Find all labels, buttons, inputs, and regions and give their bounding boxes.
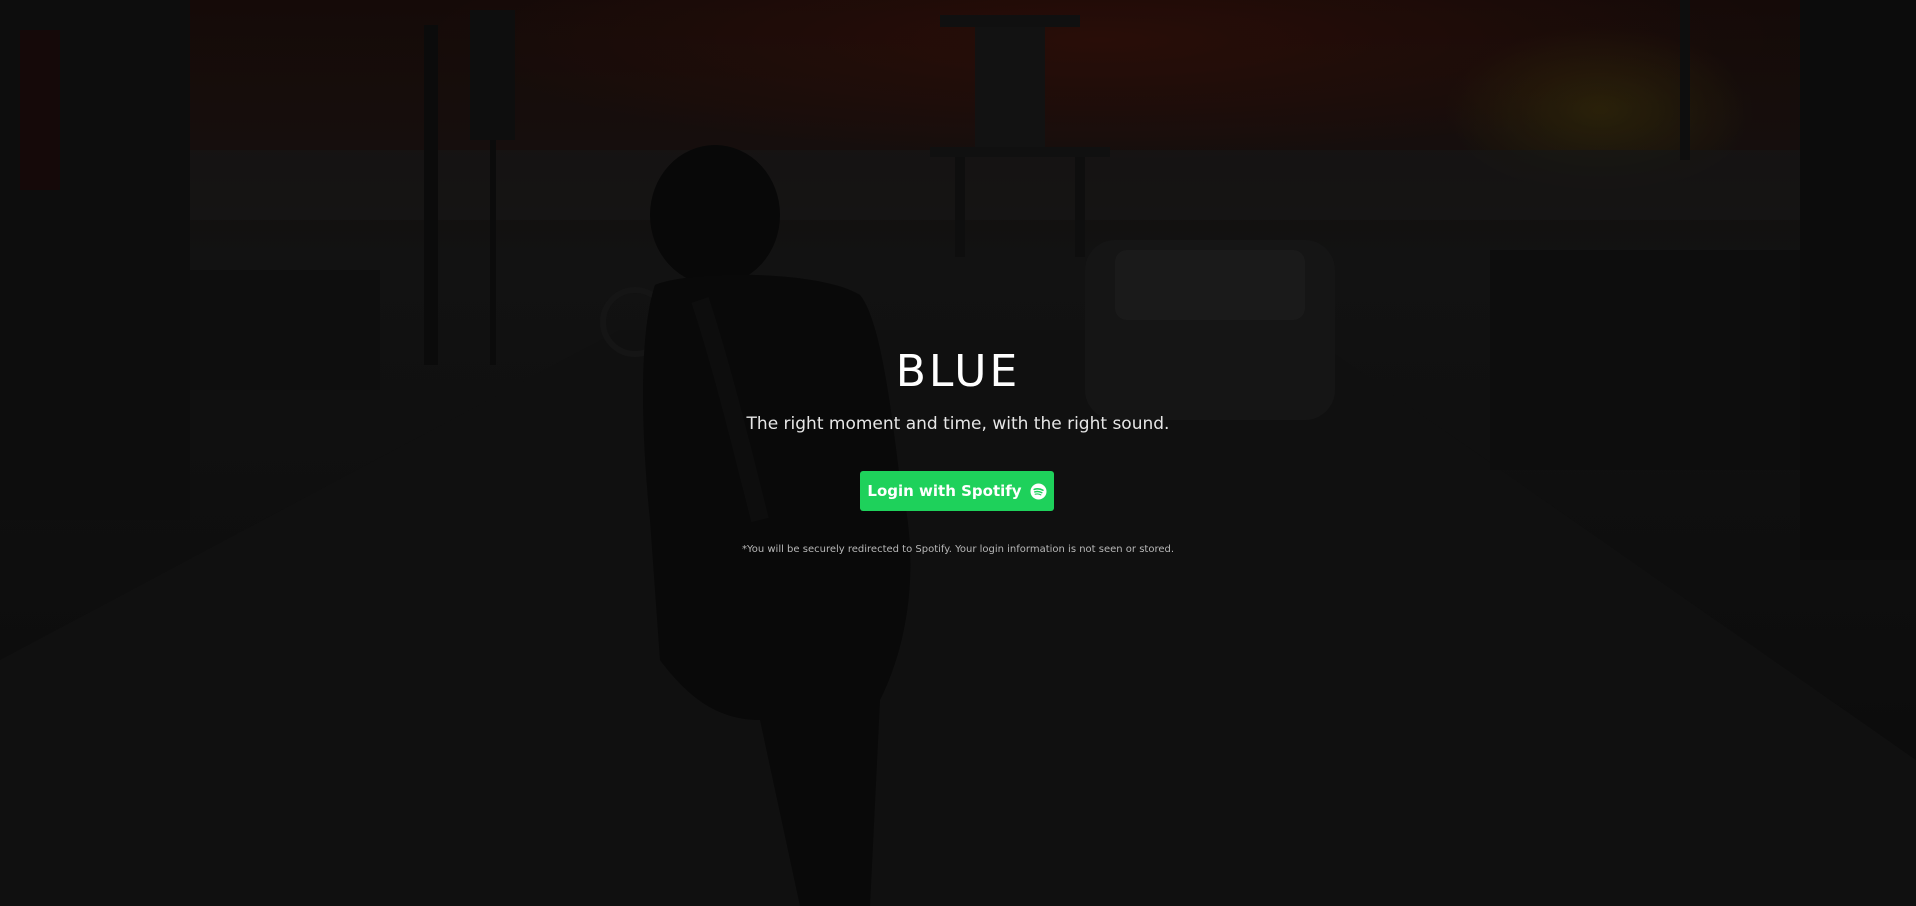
login-disclaimer: *You will be securely redirected to Spot… — [741, 544, 1175, 555]
hero-section: BLUE The right moment and time, with the… — [0, 0, 1916, 906]
app-title: BLUE — [895, 346, 1021, 397]
login-button-label: Login with Spotify — [867, 482, 1022, 500]
tagline: The right moment and time, with the righ… — [746, 414, 1170, 434]
login-with-spotify-button[interactable]: Login with Spotify — [860, 471, 1054, 511]
landing-page: BLUE The right moment and time, with the… — [0, 0, 1916, 906]
spotify-icon — [1030, 483, 1047, 500]
